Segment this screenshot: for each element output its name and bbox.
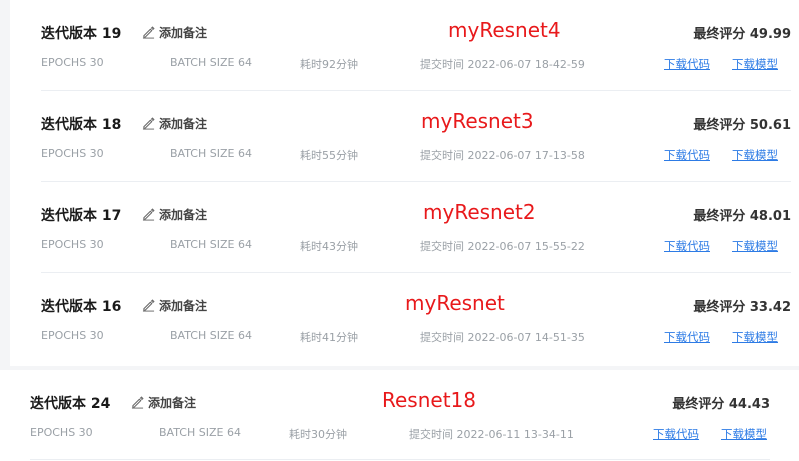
download-model-link[interactable]: 下载模型 <box>732 56 778 72</box>
submit-time: 提交时间 2022-06-07 18-42-59 <box>420 58 585 71</box>
handwritten-annotation: myResnet4 <box>448 18 561 42</box>
batch-size: BATCH SIZE 64 <box>170 56 252 69</box>
download-model-link[interactable]: 下载模型 <box>732 238 778 254</box>
add-note-label: 添加备注 <box>159 299 208 313</box>
batch-size: BATCH SIZE 64 <box>170 329 252 342</box>
final-score: 最终评分 44.43 <box>672 397 770 412</box>
add-note-button[interactable]: 添加备注 <box>142 297 207 314</box>
add-note-label: 添加备注 <box>159 208 208 222</box>
version-title: 迭代版本 17 <box>41 208 122 224</box>
submit-time: 提交时间 2022-06-07 17-13-58 <box>420 149 585 162</box>
epochs: EPOCHS 30 <box>41 56 104 69</box>
download-code-link[interactable]: 下载代码 <box>664 147 710 163</box>
row-divider <box>30 459 770 460</box>
final-score: 最终评分 49.99 <box>693 27 791 42</box>
version-list-panel-secondary: 迭代版本 24 添加备注 Resnet18 最终评分 44.43 EPOCHS … <box>0 370 799 461</box>
download-code-link[interactable]: 下载代码 <box>653 426 699 442</box>
epochs: EPOCHS 30 <box>41 329 104 342</box>
version-row: 迭代版本 16 添加备注 myResnet 最终评分 33.42 EPOCHS … <box>41 273 791 364</box>
add-note-button[interactable]: 添加备注 <box>142 206 207 223</box>
download-code-link[interactable]: 下载代码 <box>664 329 710 345</box>
submit-time: 提交时间 2022-06-07 14-51-35 <box>420 331 585 344</box>
submit-time: 提交时间 2022-06-07 15-55-22 <box>420 240 585 253</box>
epochs: EPOCHS 30 <box>30 426 93 439</box>
version-row: 迭代版本 19 添加备注 myResnet4 最终评分 49.99 EPOCHS… <box>41 0 791 91</box>
batch-size: BATCH SIZE 64 <box>159 426 241 439</box>
add-note-label: 添加备注 <box>159 117 208 131</box>
add-note-button[interactable]: 添加备注 <box>142 115 207 132</box>
duration: 耗时55分钟 <box>300 149 358 162</box>
version-title: 迭代版本 19 <box>41 26 122 42</box>
final-score: 最终评分 50.61 <box>693 118 791 133</box>
add-note-label: 添加备注 <box>148 396 197 410</box>
duration: 耗时92分钟 <box>300 58 358 71</box>
add-note-button[interactable]: 添加备注 <box>142 24 207 41</box>
download-model-link[interactable]: 下载模型 <box>732 329 778 345</box>
edit-icon <box>131 396 144 409</box>
handwritten-annotation: myResnet <box>405 291 505 315</box>
edit-icon <box>142 26 155 39</box>
duration: 耗时30分钟 <box>289 428 347 441</box>
version-row: 迭代版本 24 添加备注 Resnet18 最终评分 44.43 EPOCHS … <box>30 370 770 461</box>
download-model-link[interactable]: 下载模型 <box>721 426 767 442</box>
final-score: 最终评分 33.42 <box>693 300 791 315</box>
version-title: 迭代版本 16 <box>41 299 122 315</box>
version-row: 迭代版本 17 添加备注 myResnet2 最终评分 48.01 EPOCHS… <box>41 182 791 273</box>
batch-size: BATCH SIZE 64 <box>170 147 252 160</box>
handwritten-annotation: Resnet18 <box>382 388 476 412</box>
final-score: 最终评分 48.01 <box>693 209 791 224</box>
add-note-button[interactable]: 添加备注 <box>131 394 196 411</box>
duration: 耗时43分钟 <box>300 240 358 253</box>
version-row: 迭代版本 18 添加备注 myResnet3 最终评分 50.61 EPOCHS… <box>41 91 791 182</box>
epochs: EPOCHS 30 <box>41 147 104 160</box>
version-list-panel: 迭代版本 19 添加备注 myResnet4 最终评分 49.99 EPOCHS… <box>10 0 799 366</box>
duration: 耗时41分钟 <box>300 331 358 344</box>
batch-size: BATCH SIZE 64 <box>170 238 252 251</box>
handwritten-annotation: myResnet2 <box>423 200 536 224</box>
download-code-link[interactable]: 下载代码 <box>664 238 710 254</box>
edit-icon <box>142 208 155 221</box>
submit-time: 提交时间 2022-06-11 13-34-11 <box>409 428 574 441</box>
edit-icon <box>142 117 155 130</box>
download-code-link[interactable]: 下载代码 <box>664 56 710 72</box>
epochs: EPOCHS 30 <box>41 238 104 251</box>
version-title: 迭代版本 24 <box>30 396 111 412</box>
download-model-link[interactable]: 下载模型 <box>732 147 778 163</box>
edit-icon <box>142 299 155 312</box>
handwritten-annotation: myResnet3 <box>421 109 534 133</box>
version-title: 迭代版本 18 <box>41 117 122 133</box>
add-note-label: 添加备注 <box>159 26 208 40</box>
